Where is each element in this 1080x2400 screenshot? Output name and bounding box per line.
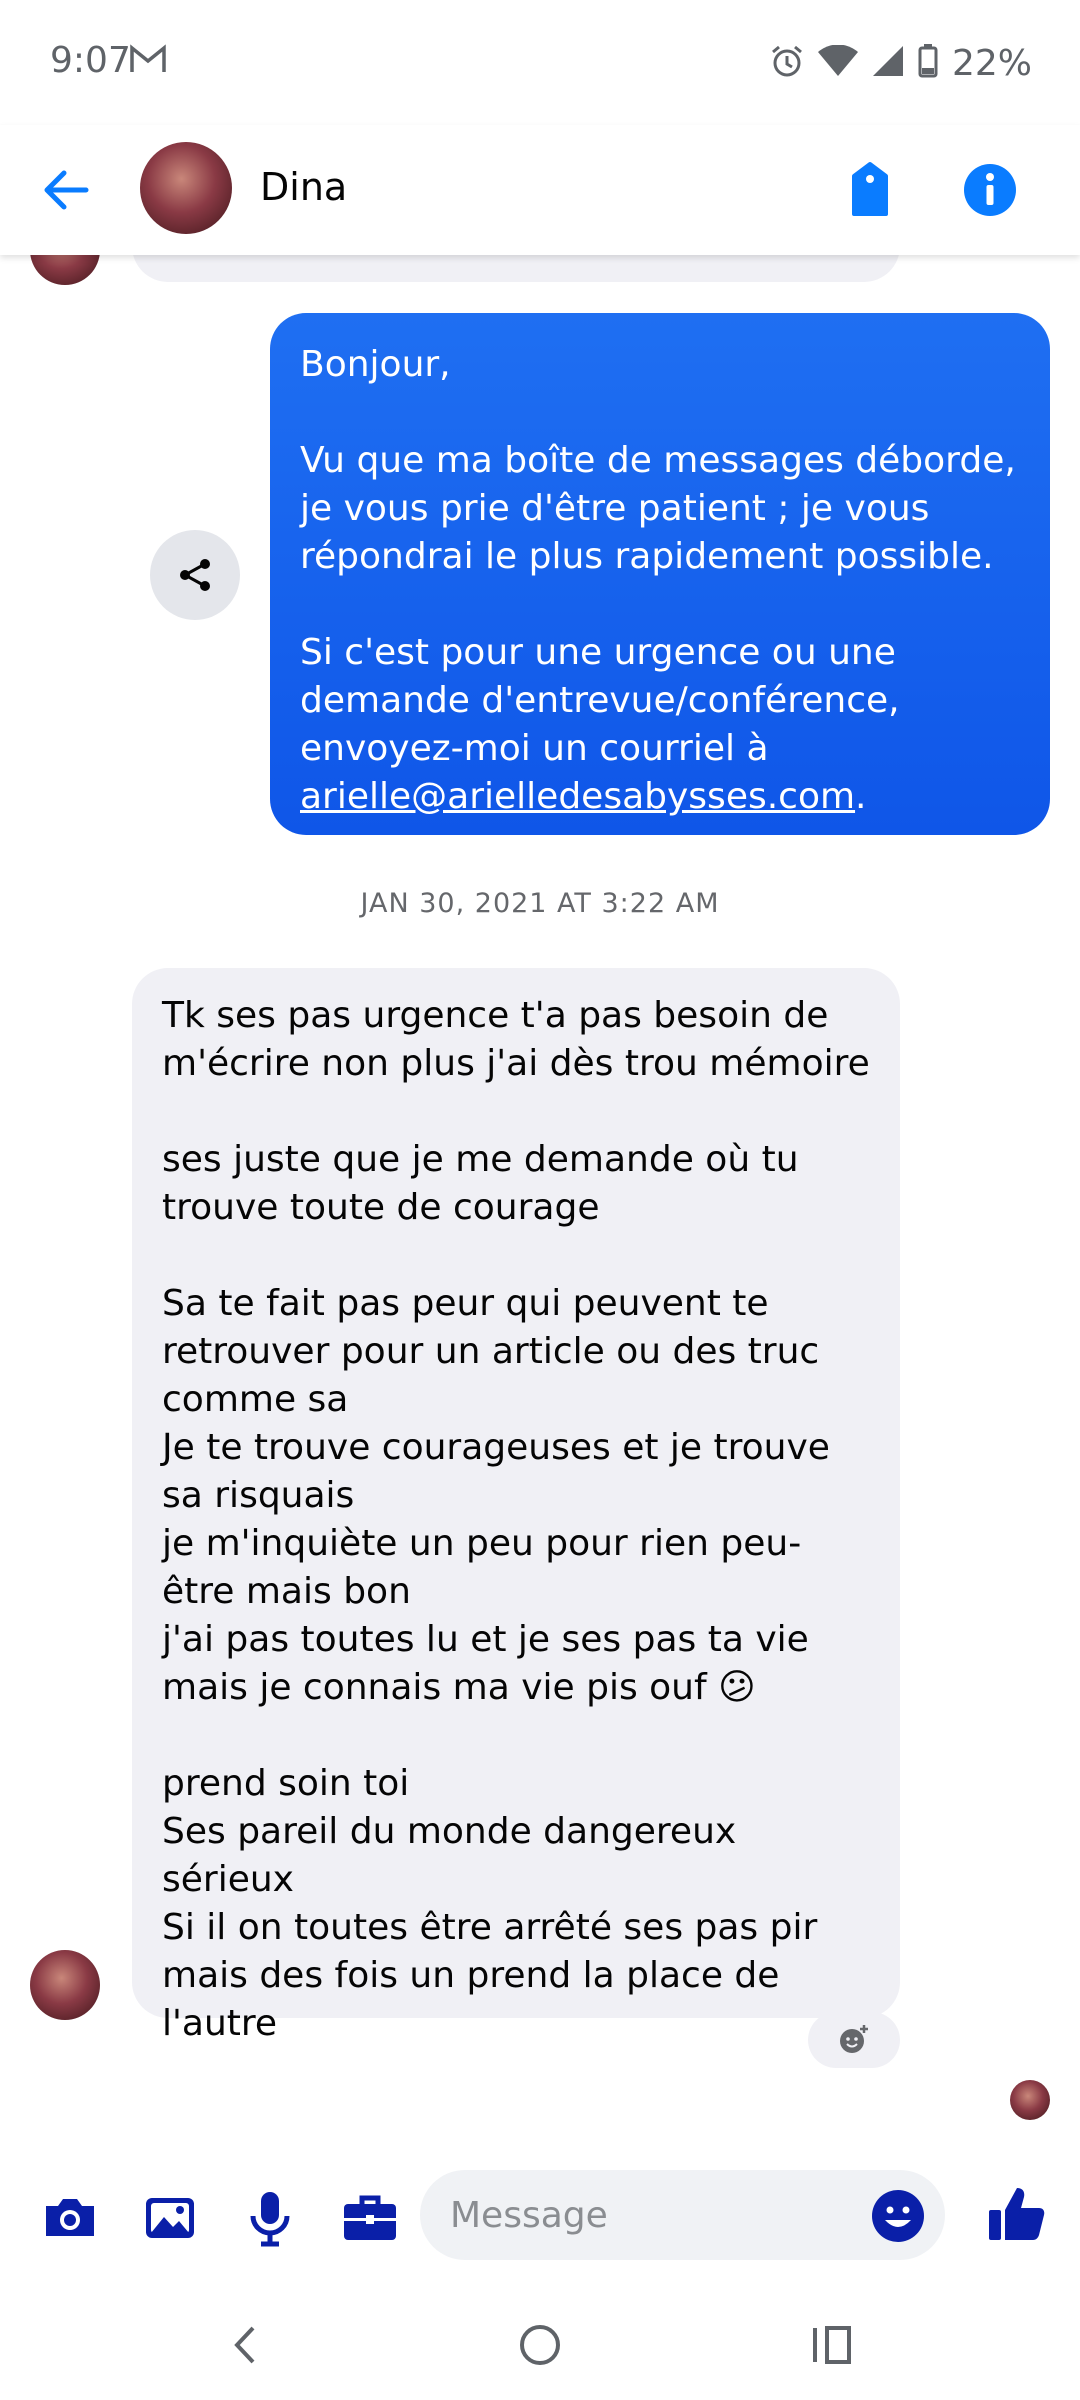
briefcase-button[interactable]	[340, 2188, 400, 2248]
incoming-message[interactable]: Tk ses pas urgence t'a pas besoin de m'é…	[132, 968, 900, 2041]
email-link[interactable]: arielle@arielledesabysses.com	[300, 776, 855, 817]
briefcase-icon	[344, 2195, 396, 2240]
nav-recents-button[interactable]	[805, 2320, 865, 2370]
nav-home-icon	[520, 2325, 560, 2365]
seen-indicator-avatar	[1010, 2080, 1050, 2120]
battery-percentage: 22%	[951, 42, 1032, 84]
tag-icon	[852, 162, 888, 216]
outgoing-message-end: .	[855, 776, 867, 817]
like-button[interactable]	[985, 2182, 1049, 2246]
message-timestamp: JAN 30, 2021 AT 3:22 AM	[360, 888, 720, 919]
contact-avatar[interactable]	[140, 142, 232, 234]
nav-back-button[interactable]	[215, 2320, 275, 2370]
add-reaction-icon	[840, 2025, 868, 2053]
camera-icon	[46, 2199, 94, 2236]
message-input[interactable]	[420, 2170, 945, 2260]
status-icons: 22%	[770, 40, 1032, 86]
nav-recents-icon	[813, 2326, 851, 2364]
contact-avatar-small	[30, 1950, 100, 2020]
status-bar: 9:07 22%	[0, 0, 1080, 125]
incoming-message-text-2: prend soin toi Ses pareil du monde dange…	[162, 1763, 818, 2044]
gallery-icon	[146, 2198, 194, 2238]
microphone-button[interactable]	[240, 2188, 300, 2248]
emoji-icon	[872, 2190, 924, 2242]
gmail-icon	[130, 44, 166, 78]
info-button[interactable]	[960, 160, 1020, 220]
signal-icon	[872, 45, 904, 81]
alarm-icon	[770, 44, 804, 82]
back-button[interactable]	[40, 165, 100, 215]
thumbs-up-icon	[989, 2188, 1045, 2240]
camera-button[interactable]	[40, 2188, 100, 2248]
incoming-message-text: Tk ses pas urgence t'a pas besoin de m'é…	[162, 995, 870, 1708]
battery-icon	[918, 44, 938, 82]
share-icon	[180, 559, 210, 591]
tag-button[interactable]	[840, 160, 900, 220]
conversation-header: Dina	[0, 125, 1080, 255]
emoji-button[interactable]	[870, 2188, 926, 2244]
info-icon	[964, 164, 1016, 216]
react-button[interactable]	[808, 2012, 900, 2068]
outgoing-message-text: Bonjour, Vu que ma boîte de messages déb…	[300, 344, 1016, 769]
outgoing-message[interactable]: Bonjour, Vu que ma boîte de messages déb…	[270, 313, 1050, 835]
nav-back-icon	[234, 2326, 255, 2364]
share-button[interactable]	[150, 530, 240, 620]
back-arrow-icon	[44, 170, 89, 210]
confused-face-emoji: 😕	[718, 1667, 756, 1708]
message-composer	[0, 2150, 1080, 2280]
system-navigation-bar	[0, 2280, 1080, 2400]
status-time: 9:07	[50, 40, 131, 81]
microphone-icon	[250, 2192, 290, 2247]
gallery-button[interactable]	[140, 2188, 200, 2248]
nav-home-button[interactable]	[510, 2320, 570, 2370]
contact-name[interactable]: Dina	[260, 165, 347, 209]
wifi-icon	[817, 44, 858, 81]
